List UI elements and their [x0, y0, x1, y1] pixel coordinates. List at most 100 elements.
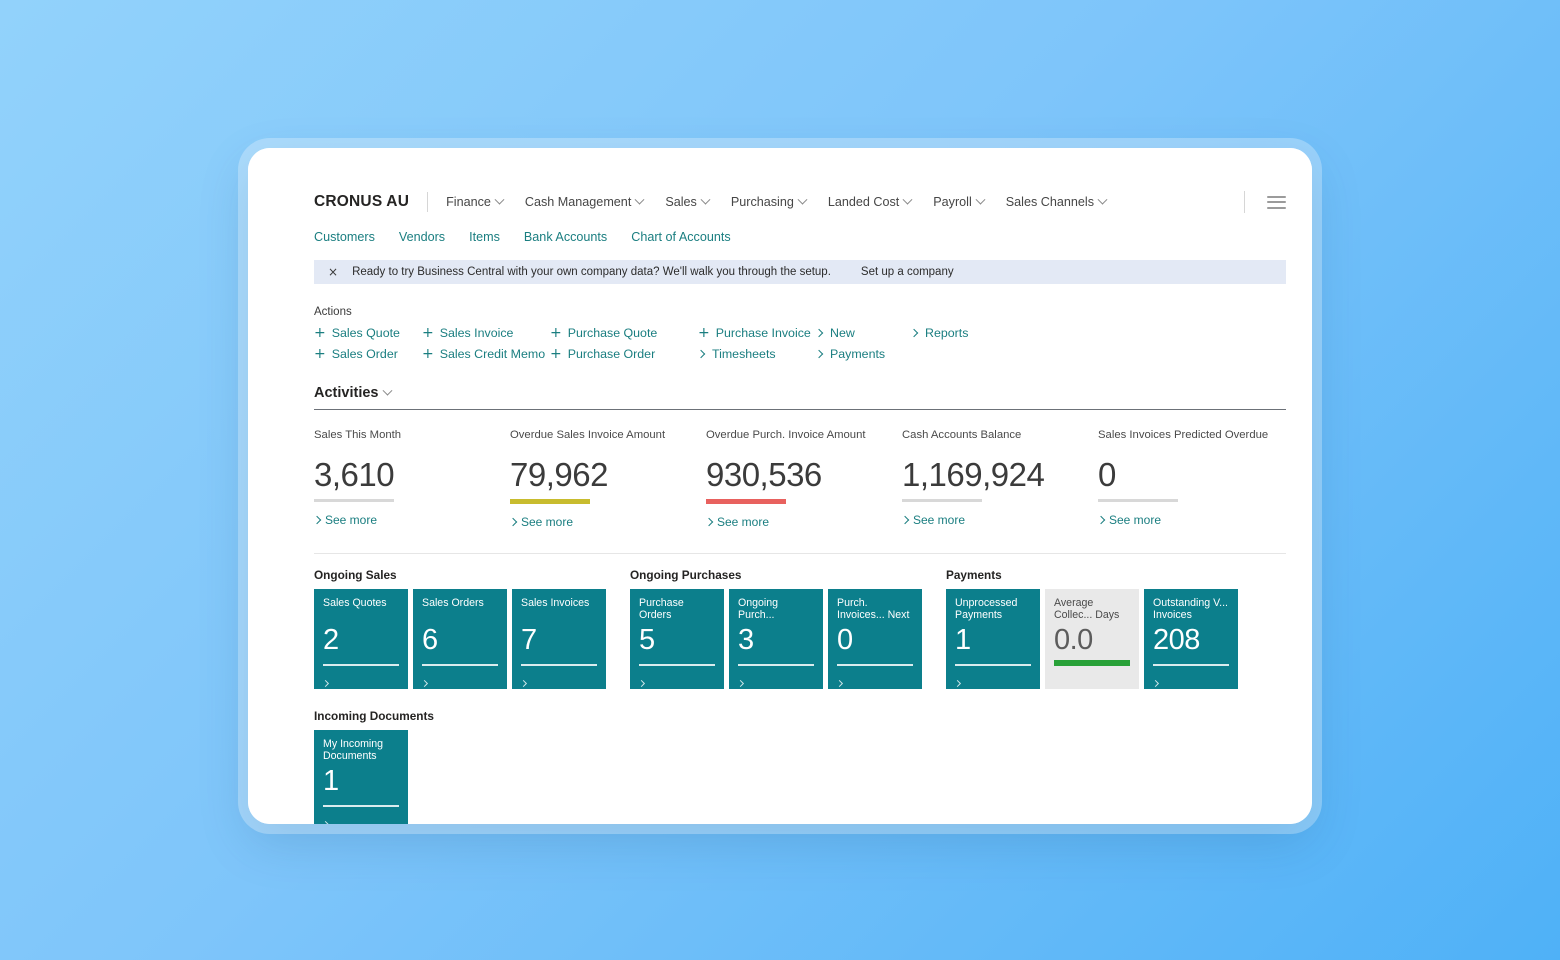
- action-label: Sales Order: [331, 347, 398, 361]
- action-sales-order[interactable]: + Sales Order: [314, 347, 422, 361]
- see-more-label: See more: [1109, 512, 1162, 527]
- kpi-label: Sales Invoices Predicted Overdue: [1098, 429, 1269, 441]
- set-up-company-link[interactable]: Set up a company: [861, 266, 954, 278]
- action-label: Sales Quote: [331, 326, 400, 340]
- chevron-right-icon: [814, 328, 824, 338]
- kpi-label: Overdue Sales Invoice Amount: [510, 429, 666, 441]
- action-purchase-invoice[interactable]: + Purchase Invoice: [698, 326, 816, 340]
- chevron-right-icon: [736, 673, 814, 687]
- tile-sales-quotes[interactable]: Sales Quotes 2: [314, 588, 408, 689]
- action-sales-quote[interactable]: + Sales Quote: [314, 326, 422, 340]
- activities-kpi-row: Sales This Month 3,610 See more Overdue …: [312, 428, 1286, 554]
- kpi-see-more-link[interactable]: See more: [312, 512, 510, 527]
- tile-underline-bar: [521, 664, 597, 666]
- kpi-see-more-link[interactable]: See more: [900, 512, 1098, 527]
- menu-item-purchasing[interactable]: Purchasing: [731, 194, 808, 209]
- setup-notification-bar: × Ready to try Business Central with you…: [314, 260, 1286, 284]
- menu-item-finance[interactable]: Finance: [446, 194, 505, 209]
- actions-section: Actions + Sales Quote + Sales Invoice + …: [314, 306, 1286, 361]
- subnav-item-chart-of-accounts[interactable]: Chart of Accounts: [631, 230, 730, 244]
- action-timesheets[interactable]: Timesheets: [696, 347, 816, 361]
- chevron-right-icon: [508, 517, 518, 527]
- chevron-down-icon: [902, 194, 913, 205]
- main-menu-list: Finance Cash Management Sales Purchasing…: [446, 194, 1108, 209]
- tile-purchase-orders[interactable]: Purchase Orders 5: [630, 588, 724, 689]
- tile-label: Purch. Invoices... Next Week: [837, 596, 910, 623]
- actions-grid: + Sales Quote + Sales Invoice + Purchase…: [314, 326, 1286, 361]
- see-more-label: See more: [325, 512, 378, 527]
- tile-outstanding-vendor-invoices[interactable]: Outstanding V... Invoices 208: [1144, 588, 1238, 689]
- see-more-label: See more: [913, 512, 966, 527]
- subnav-item-customers[interactable]: Customers: [314, 230, 375, 244]
- kpi-underline-bar: [1098, 498, 1178, 502]
- hamburger-menu-icon[interactable]: [1267, 192, 1286, 212]
- tile-purch-invoices-next-week[interactable]: Purch. Invoices... Next Week 0: [828, 588, 922, 689]
- action-label: Reports: [925, 326, 969, 340]
- menu-item-sales-channels[interactable]: Sales Channels: [1006, 194, 1108, 209]
- kpi-value: 3,610: [314, 456, 395, 493]
- tile-list: My Incoming Documents 1: [314, 729, 1286, 824]
- action-label: Purchase Quote: [567, 326, 658, 340]
- chevron-down-icon: [494, 194, 505, 205]
- action-purchase-quote[interactable]: + Purchase Quote: [550, 326, 698, 340]
- menu-label: Sales: [665, 195, 697, 209]
- tile-ongoing-purchase-invoices[interactable]: Ongoing Purch... Invoices 3: [729, 588, 823, 689]
- kpi-overdue-purch-invoice-amount: Overdue Purch. Invoice Amount 930,536 Se…: [704, 428, 902, 529]
- notification-text: Ready to try Business Central with your …: [352, 266, 831, 278]
- chevron-right-icon: [814, 349, 824, 359]
- action-new[interactable]: New: [814, 326, 911, 340]
- kpi-see-more-link[interactable]: See more: [704, 515, 902, 529]
- chevron-right-icon: [321, 673, 399, 687]
- kpi-see-more-link[interactable]: See more: [508, 515, 706, 529]
- nav-right-group: [1238, 191, 1286, 213]
- menu-item-cash-management[interactable]: Cash Management: [525, 194, 645, 209]
- tile-value: 7: [521, 623, 537, 656]
- close-icon[interactable]: ×: [328, 266, 338, 278]
- action-sales-credit-memo[interactable]: + Sales Credit Memo: [422, 347, 550, 361]
- group-incoming-documents: Incoming Documents My Incoming Documents…: [314, 709, 1286, 824]
- menu-label: Finance: [446, 195, 491, 209]
- menu-item-payroll[interactable]: Payroll: [933, 194, 986, 209]
- tile-underline-bar: [738, 664, 814, 666]
- group-title: Ongoing Purchases: [630, 567, 742, 582]
- nav-divider-right: [1244, 191, 1245, 213]
- tile-unprocessed-payments[interactable]: Unprocessed Payments 1: [946, 588, 1040, 689]
- nav-divider: [427, 192, 429, 212]
- plus-icon: +: [422, 325, 434, 341]
- action-purchase-order[interactable]: + Purchase Order: [550, 347, 698, 361]
- action-sales-invoice[interactable]: + Sales Invoice: [422, 326, 550, 340]
- kpi-see-more-link[interactable]: See more: [1096, 512, 1294, 527]
- chevron-down-icon: [700, 194, 711, 205]
- tile-value: 0.0: [1054, 623, 1093, 656]
- tile-my-incoming-documents[interactable]: My Incoming Documents 1: [314, 729, 408, 824]
- tile-list: Purchase Orders 5 Ongoing Purch... Invoi…: [630, 588, 946, 689]
- tile-value: 1: [955, 623, 971, 656]
- tile-value: 208: [1153, 623, 1200, 656]
- action-label: Sales Invoice: [439, 326, 514, 340]
- tile-groups: Ongoing Sales Sales Quotes 2 Sales Order…: [314, 568, 1286, 689]
- tile-label: Average Collec... Days: [1054, 596, 1120, 622]
- subnav-item-bank-accounts[interactable]: Bank Accounts: [524, 230, 607, 244]
- action-label: Purchase Invoice: [715, 326, 811, 340]
- chevron-right-icon: [420, 673, 498, 687]
- tile-average-collection-days[interactable]: Average Collec... Days 0.0: [1045, 588, 1139, 689]
- business-central-page: CRONUS AU Finance Cash Management Sales …: [248, 148, 1312, 824]
- tile-underline-bar: [837, 664, 913, 666]
- tile-sales-orders[interactable]: Sales Orders 6: [413, 588, 507, 689]
- action-reports[interactable]: Reports: [909, 326, 1286, 340]
- menu-item-sales[interactable]: Sales: [665, 194, 711, 209]
- tile-sales-invoices[interactable]: Sales Invoices 7: [512, 588, 606, 689]
- menu-item-landed-cost[interactable]: Landed Cost: [828, 194, 913, 209]
- activities-header[interactable]: Activities: [314, 385, 1286, 410]
- subnav-item-vendors[interactable]: Vendors: [399, 230, 445, 244]
- chevron-right-icon: [312, 515, 322, 525]
- chevron-right-icon: [519, 673, 597, 687]
- action-payments[interactable]: Payments: [814, 347, 911, 361]
- action-label: New: [830, 326, 855, 340]
- actions-grid-spacer: [911, 347, 1286, 361]
- tile-value: 5: [639, 623, 655, 656]
- plus-icon: +: [314, 325, 326, 341]
- subnav-item-items[interactable]: Items: [469, 230, 500, 244]
- action-label: Payments: [830, 347, 886, 361]
- chevron-right-icon: [1151, 673, 1229, 687]
